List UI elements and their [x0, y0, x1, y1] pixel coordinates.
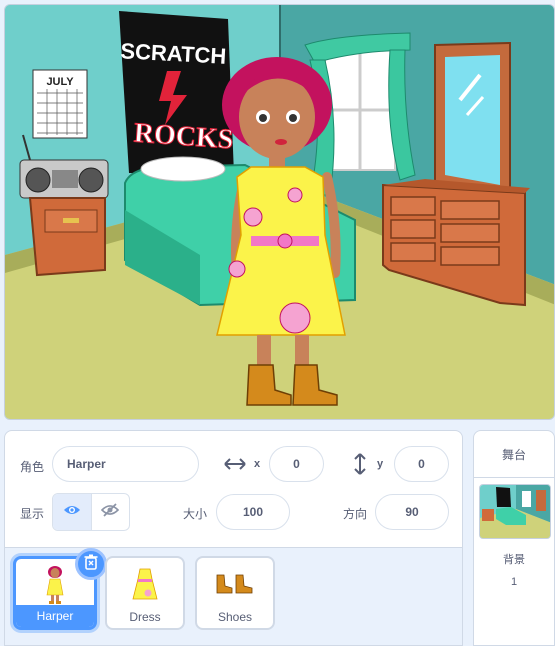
- direction-value: 90: [405, 505, 419, 519]
- sprite-name-label: 角色: [20, 460, 45, 474]
- calendar-decoration: JULY: [32, 69, 88, 139]
- y-position-value: 0: [418, 457, 425, 471]
- size-value: 100: [242, 505, 264, 519]
- show-sprite-button[interactable]: [53, 494, 91, 530]
- sprite-name: Harper: [16, 605, 94, 627]
- x-position-input[interactable]: 0: [269, 446, 324, 482]
- visibility-toggle: [52, 493, 130, 531]
- bedroom-backdrop: JULY SCRATCH ROCKS: [5, 5, 554, 419]
- shoes-thumbnail: [197, 564, 273, 604]
- hide-sprite-button[interactable]: [90, 494, 129, 530]
- scratch-rocks-poster: SCRATCH ROCKS: [119, 11, 235, 175]
- stage-title: 舞台: [474, 431, 554, 478]
- trash-icon: [84, 554, 98, 575]
- y-position-input[interactable]: 0: [394, 446, 449, 482]
- stage-target-pane[interactable]: 舞台 背景 1: [473, 430, 555, 646]
- eye-icon: [63, 503, 81, 521]
- eye-slash-icon: [101, 502, 120, 523]
- mirror-decoration: [434, 41, 511, 197]
- sprite-name: Dress: [129, 610, 161, 624]
- dress-thumbnail: [107, 564, 183, 604]
- size-label: 大小: [183, 507, 208, 521]
- delete-sprite-button[interactable]: [75, 548, 107, 580]
- sprite-name-value: Harper: [67, 457, 106, 471]
- direction-label: 方向: [343, 507, 368, 521]
- stage-canvas[interactable]: JULY SCRATCH ROCKS: [4, 4, 555, 420]
- backdrop-thumbnail[interactable]: [479, 484, 551, 539]
- y-position-icon: [353, 453, 367, 475]
- calendar-month: JULY: [46, 76, 74, 88]
- x-position-icon: [224, 455, 246, 473]
- sprite-name: Shoes: [217, 610, 253, 624]
- show-label: 显示: [20, 507, 45, 521]
- backdrops-count: 1: [510, 576, 518, 588]
- sprite-info-panel: 角色 Harper x 0 y 0 显示 大小 100 方向 90: [4, 430, 463, 548]
- sprite-tile-shoes[interactable]: Shoes: [195, 556, 275, 630]
- x-label: x: [254, 458, 261, 470]
- sprite-name-input[interactable]: Harper: [52, 446, 199, 482]
- sprite-tile-dress[interactable]: Dress: [105, 556, 185, 630]
- size-input[interactable]: 100: [216, 494, 290, 530]
- sprite-list: Harper Dress Shoes: [4, 548, 463, 646]
- direction-input[interactable]: 90: [375, 494, 449, 530]
- y-label: y: [377, 458, 384, 470]
- scratch-editor-root: JULY SCRATCH ROCKS 角色 Harper x 0 y 0 显示 …: [0, 0, 555, 646]
- backdrops-label: 背景: [503, 553, 525, 566]
- x-position-value: 0: [293, 457, 300, 471]
